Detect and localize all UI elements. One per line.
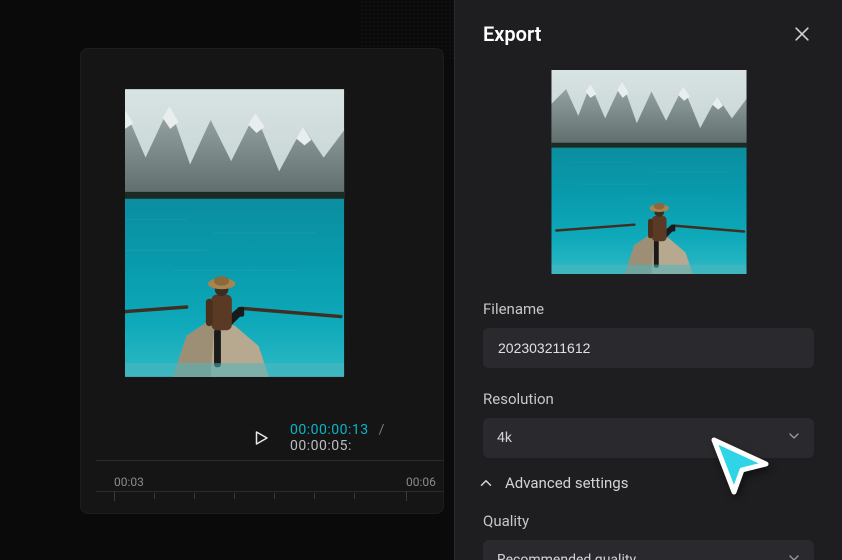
preview-thumbnail xyxy=(125,88,399,378)
filename-field: Filename xyxy=(483,300,814,368)
play-icon[interactable] xyxy=(252,429,270,447)
preview-stage xyxy=(80,48,444,418)
timeline-tick xyxy=(194,493,195,499)
resolution-label: Resolution xyxy=(483,390,814,408)
preview-window: 00:00:00:13 / 00:00:05: 00:03 00:06 xyxy=(80,48,444,514)
timecode: 00:00:00:13 / 00:00:05: xyxy=(290,422,444,454)
timeline-track xyxy=(96,491,444,492)
timeline-tick xyxy=(114,491,115,501)
quality-field: Quality Recommended quality xyxy=(483,512,814,560)
timeline-tick xyxy=(406,491,407,501)
export-thumbnail-wrap xyxy=(483,70,814,274)
resolution-field: Resolution 4k xyxy=(483,390,814,458)
transport-bar: 00:00:00:13 / 00:00:05: xyxy=(80,422,444,454)
quality-value: Recommended quality xyxy=(497,552,636,560)
timeline-tick xyxy=(314,493,315,499)
advanced-settings-label: Advanced settings xyxy=(505,474,628,492)
chevron-down-icon xyxy=(786,428,802,448)
export-title: Export xyxy=(483,22,541,46)
filename-label: Filename xyxy=(483,300,814,318)
timeline[interactable]: 00:03 00:06 xyxy=(96,460,444,514)
timeline-mark: 00:03 xyxy=(114,475,144,489)
timecode-total: 00:00:05: xyxy=(290,438,352,454)
export-thumbnail xyxy=(521,70,777,274)
filename-input[interactable] xyxy=(483,328,814,368)
resolution-select[interactable]: 4k xyxy=(483,418,814,458)
timeline-tick xyxy=(274,493,275,499)
timeline-tick xyxy=(154,493,155,499)
export-header: Export xyxy=(483,22,814,46)
timeline-tick xyxy=(234,493,235,499)
close-button[interactable] xyxy=(790,22,814,46)
timeline-ruler: 00:03 00:06 xyxy=(96,473,444,513)
timecode-current: 00:00:00:13 xyxy=(290,422,369,438)
export-panel: Export Filename Resolution 4k Advanced s… xyxy=(454,0,842,560)
chevron-up-icon xyxy=(477,474,495,492)
advanced-settings-toggle[interactable]: Advanced settings xyxy=(477,474,814,492)
chevron-down-icon xyxy=(786,550,802,560)
timecode-separator: / xyxy=(373,422,391,438)
resolution-value: 4k xyxy=(497,430,512,446)
timeline-tick xyxy=(354,493,355,499)
quality-label: Quality xyxy=(483,512,814,530)
quality-select[interactable]: Recommended quality xyxy=(483,540,814,560)
timeline-mark: 00:06 xyxy=(406,475,436,489)
